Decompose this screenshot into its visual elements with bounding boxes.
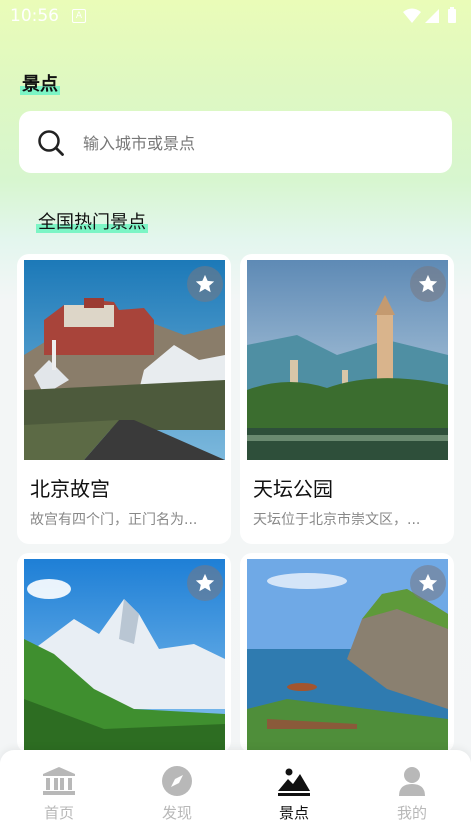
tab-label: 景点 (278, 804, 309, 822)
tab-attractions[interactable]: 景点 (254, 762, 334, 826)
attraction-card[interactable] (240, 553, 454, 753)
page-title: 景点 (22, 74, 58, 95)
tab-label: 发现 (161, 804, 192, 822)
section-title: 全国热门景点 (38, 212, 146, 233)
attraction-card[interactable]: 北京故宫 故宫有四个门，正门名为... (17, 254, 231, 544)
mountain-icon (254, 762, 334, 800)
status-bar: 10:56 A (0, 0, 471, 32)
star-icon (418, 573, 438, 592)
bottom-tab-bar: 首页 发现 景点 我的 (0, 750, 471, 839)
search-icon (37, 129, 65, 161)
favorite-button[interactable] (410, 266, 446, 302)
favorite-button[interactable] (410, 565, 446, 601)
favorite-button[interactable] (187, 565, 223, 601)
star-icon (195, 274, 215, 293)
card-title: 北京故宫 (30, 477, 110, 501)
status-icons (401, 6, 461, 30)
tab-discover[interactable]: 发现 (137, 762, 217, 826)
card-description: 天坛位于北京市崇文区，... (253, 512, 421, 528)
battery-icon (448, 9, 456, 23)
favorite-button[interactable] (187, 266, 223, 302)
card-description: 故宫有四个门，正门名为... (30, 512, 198, 528)
tab-label: 我的 (396, 804, 427, 822)
star-icon (418, 274, 438, 293)
status-time: 10:56 (10, 6, 59, 26)
star-icon (195, 573, 215, 592)
tab-home[interactable]: 首页 (19, 762, 99, 826)
attraction-card[interactable] (17, 553, 231, 753)
search-input[interactable] (81, 125, 435, 161)
card-title: 天坛公园 (253, 477, 333, 501)
attraction-card[interactable]: 天坛公园 天坛位于北京市崇文区，... (240, 254, 454, 544)
wifi-icon (403, 8, 421, 23)
compass-icon (137, 762, 217, 800)
tab-profile[interactable]: 我的 (372, 762, 452, 826)
temple-icon (19, 762, 99, 800)
tab-label: 首页 (43, 804, 74, 822)
signal-icon (425, 9, 439, 23)
page-title-wrap: 景点 (20, 70, 60, 96)
section-header: 全国热门景点 (36, 208, 148, 234)
search-box[interactable] (19, 111, 452, 173)
notification-icon: A (72, 9, 86, 23)
user-icon (372, 762, 452, 800)
